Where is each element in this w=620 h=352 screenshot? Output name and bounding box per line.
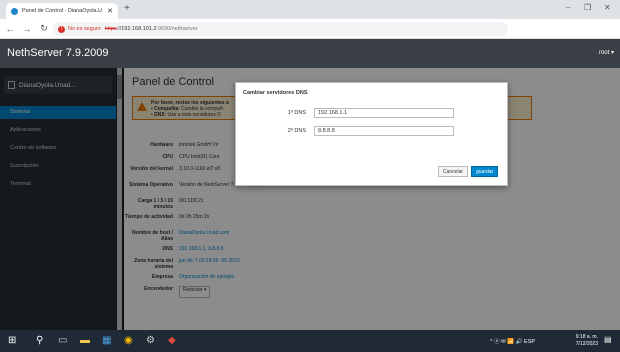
- tab-close-icon[interactable]: ✕: [107, 7, 113, 15]
- clock-time: 9:18 a. m.: [575, 334, 598, 340]
- restore-icon[interactable]: ❐: [584, 3, 591, 12]
- dns2-label: 2º DNS: [287, 128, 306, 134]
- new-tab-button[interactable]: +: [124, 3, 130, 14]
- not-secure-icon: !: [58, 25, 65, 33]
- minimize-icon[interactable]: –: [566, 3, 570, 12]
- user-menu[interactable]: root ▾: [599, 49, 614, 56]
- system-tray[interactable]: ^ ⓔ ✉ 📶 🔊 ESP: [490, 337, 535, 345]
- store-icon[interactable]: ▦: [102, 335, 111, 346]
- dns-modal: Cambiar servidores DNS 1º DNS 2º DNS Can…: [235, 82, 508, 186]
- url-host: ://192.168.101.2: [116, 26, 157, 32]
- browser-tab[interactable]: Panel de Control - DianaOyola.U ✕: [6, 3, 118, 19]
- tab-title: Panel de Control - DianaOyola.U: [22, 8, 103, 14]
- settings-icon[interactable]: ⚙: [146, 335, 155, 346]
- app-icon[interactable]: ◆: [168, 335, 176, 346]
- reload-icon[interactable]: ↻: [37, 23, 51, 34]
- clock[interactable]: 9:18 a. m. 7/12/2023: [576, 334, 598, 348]
- app-header: NethServer 7.9.2009 root ▾: [0, 39, 620, 68]
- window-close-icon[interactable]: ✕: [604, 3, 611, 12]
- url-path: :9090/nethserver: [156, 26, 198, 32]
- file-explorer-icon[interactable]: ▬: [80, 335, 90, 346]
- not-secure-label: No es seguro: [68, 26, 101, 32]
- taskbar: ⊞ ⚲ ▭ ▬ ▦ ◉ ⚙ ◆ ^ ⓔ ✉ 📶 🔊 ESP 9:18 a. m.…: [0, 330, 620, 352]
- url-scheme: https: [104, 26, 117, 32]
- cancel-button[interactable]: Cancelar: [438, 166, 469, 177]
- modal-title: Cambiar servidores DNS: [243, 90, 308, 96]
- dns1-input[interactable]: [314, 108, 454, 118]
- browser-toolbar: ← → ↻ ! No es seguro https://192.168.101…: [0, 19, 620, 51]
- clock-date: 7/12/2023: [575, 341, 598, 347]
- back-icon[interactable]: ←: [3, 24, 17, 34]
- forward-icon[interactable]: →: [20, 24, 34, 34]
- search-icon[interactable]: ⚲: [36, 335, 43, 346]
- dns1-label: 1º DNS: [287, 110, 306, 116]
- task-view-icon[interactable]: ▭: [58, 335, 67, 346]
- chrome-icon[interactable]: ◉: [124, 335, 133, 346]
- notifications-icon[interactable]: ▤: [604, 335, 612, 344]
- address-bar[interactable]: ! No es seguro https://192.168.101.2:909…: [53, 22, 508, 36]
- windows-start-icon[interactable]: ⊞: [8, 335, 16, 346]
- cockpit-favicon-icon: [11, 7, 18, 15]
- save-button[interactable]: guardar: [471, 166, 499, 177]
- browser-tab-bar: Panel de Control - DianaOyola.U ✕ + – ❐ …: [0, 0, 620, 19]
- dns2-input[interactable]: [314, 126, 454, 136]
- brand-title: NethServer 7.9.2009: [7, 47, 109, 59]
